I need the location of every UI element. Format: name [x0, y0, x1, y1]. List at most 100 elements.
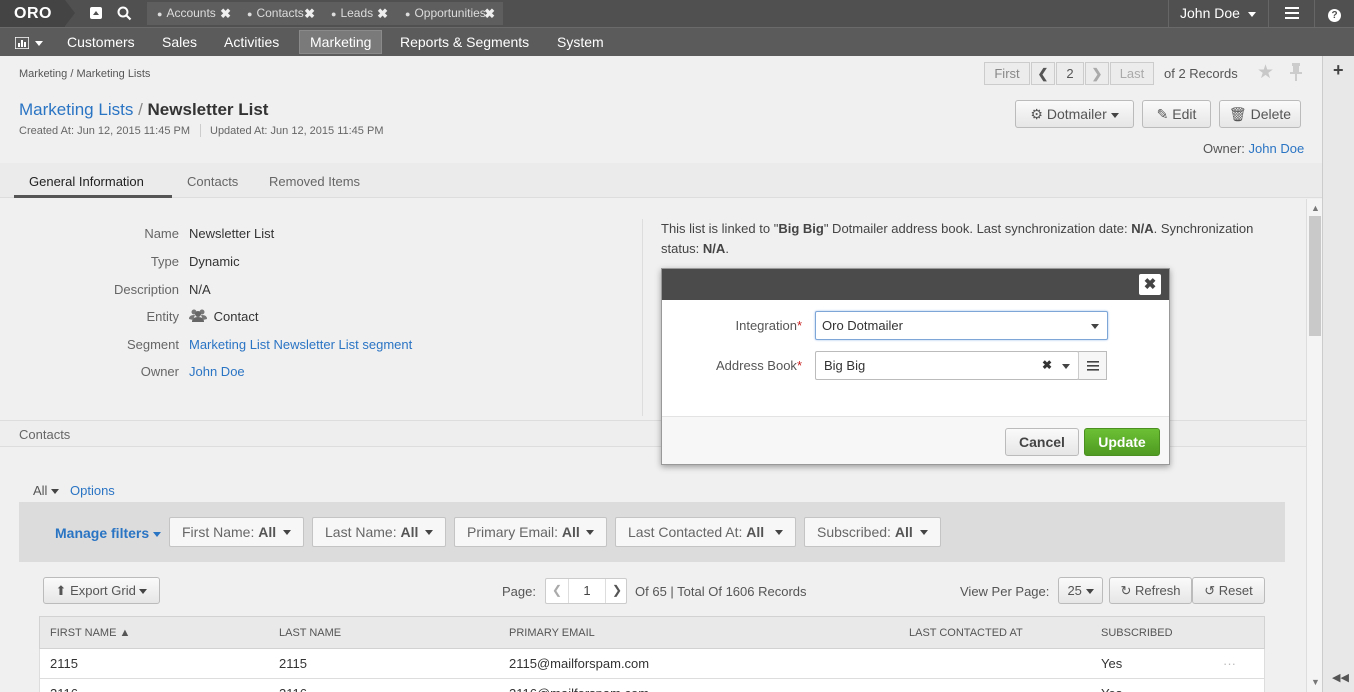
- hamburger-icon: [1285, 7, 1299, 19]
- reset-icon: ↺: [1204, 583, 1216, 598]
- options-link[interactable]: Options: [70, 483, 115, 498]
- close-icon[interactable]: ✖: [484, 2, 495, 25]
- address-book-select[interactable]: Big Big ✖: [815, 351, 1079, 380]
- scrollbar[interactable]: ▲ ▼: [1306, 199, 1322, 692]
- plus-icon[interactable]: +: [1333, 60, 1344, 81]
- pager-prev-button[interactable]: ❮: [1031, 62, 1055, 85]
- filter-last-name[interactable]: Last Name: All: [312, 517, 446, 547]
- created-at: Created At: Jun 12, 2015 11:45 PM: [19, 125, 191, 137]
- page-title: Marketing Lists / Newsletter List: [19, 100, 268, 120]
- chevron-down-icon: [1062, 364, 1070, 369]
- menu-button[interactable]: [1268, 0, 1314, 27]
- close-icon[interactable]: ✖: [377, 2, 388, 25]
- export-label: Export Grid: [70, 583, 136, 598]
- column-last-contacted-at[interactable]: LAST CONTACTED AT: [909, 617, 1023, 650]
- nav-marketing[interactable]: Marketing: [299, 30, 383, 54]
- pin-icon[interactable]: [1290, 63, 1302, 84]
- pinned-tab-accounts[interactable]: ● Accounts ✖: [147, 2, 239, 25]
- grid-view-selector[interactable]: All: [33, 483, 60, 498]
- close-button[interactable]: ✖: [1139, 274, 1161, 295]
- pager-last-button[interactable]: Last: [1110, 62, 1154, 85]
- filter-value: All: [258, 524, 277, 540]
- scroll-down-icon[interactable]: ▼: [1311, 677, 1320, 687]
- nav-sales[interactable]: Sales: [162, 28, 197, 56]
- chevron-left-icon[interactable]: ❮: [552, 583, 562, 597]
- close-icon: ✖: [1143, 276, 1157, 293]
- delete-button[interactable]: 🗑 Delete: [1219, 100, 1301, 128]
- close-icon[interactable]: ✖: [220, 2, 231, 25]
- pinned-tab-leads[interactable]: ● Leads ✖: [321, 2, 396, 25]
- dashboard-menu[interactable]: [14, 28, 43, 56]
- breadcrumb-link-marketing-lists[interactable]: Marketing Lists: [19, 100, 133, 119]
- home-icon[interactable]: [89, 0, 103, 27]
- pager-next-button[interactable]: ❯: [1085, 62, 1109, 85]
- refresh-button[interactable]: ↻ Refresh: [1109, 577, 1192, 604]
- per-page-select[interactable]: 25: [1058, 577, 1103, 604]
- search-icon[interactable]: [117, 0, 132, 27]
- integration-select[interactable]: Oro Dotmailer: [815, 311, 1108, 340]
- edit-button[interactable]: ✎ Edit: [1142, 100, 1211, 128]
- table-row[interactable]: 2116 2116 2116@mailforspam.com Yes: [39, 679, 1265, 692]
- chevron-down-icon: [1110, 112, 1119, 118]
- clear-icon[interactable]: ✖: [1042, 352, 1052, 379]
- oro-logo[interactable]: ORO: [0, 0, 75, 27]
- top-bar: ORO ● Accounts ✖ ● Contacts ✖ ● Leads ✖ ● Op…: [0, 0, 1354, 27]
- address-book-list-button[interactable]: [1078, 351, 1107, 380]
- view-per-page-label: View Per Page:: [960, 584, 1050, 599]
- field-type-label: Type: [150, 254, 179, 269]
- reset-button[interactable]: ↺ Reset: [1192, 577, 1265, 604]
- pinned-tab-opportunities[interactable]: ● Opportunities ✖: [395, 2, 503, 25]
- close-icon[interactable]: ✖: [304, 2, 315, 25]
- user-menu[interactable]: John Doe: [1168, 0, 1268, 27]
- sync-text: . Synchronization: [1153, 221, 1254, 236]
- column-last-name[interactable]: LAST NAME: [279, 617, 341, 650]
- nav-activities[interactable]: Activities: [224, 28, 279, 56]
- pager-first-button[interactable]: First: [984, 62, 1030, 85]
- upload-icon: ⬆: [55, 583, 67, 598]
- filter-last-contacted-at[interactable]: Last Contacted At: All: [615, 517, 796, 547]
- edit-icon: ✎: [1156, 106, 1169, 122]
- column-subscribed[interactable]: SUBSCRIBED: [1101, 617, 1173, 650]
- manage-filters-button[interactable]: Manage filters: [55, 525, 162, 541]
- refresh-label: Refresh: [1135, 583, 1181, 598]
- filter-primary-email[interactable]: Primary Email: All: [454, 517, 607, 547]
- nav-customers[interactable]: Customers: [67, 28, 135, 56]
- update-button[interactable]: Update: [1084, 428, 1160, 456]
- export-grid-button[interactable]: ⬆ Export Grid: [43, 577, 160, 604]
- chevron-down-icon: [586, 530, 594, 535]
- tab-removed-items[interactable]: Removed Items: [269, 163, 360, 198]
- scrollbar-thumb[interactable]: [1309, 216, 1321, 336]
- nav-system[interactable]: System: [557, 28, 604, 56]
- star-icon[interactable]: ★: [1257, 61, 1274, 84]
- chevron-down-icon: [153, 531, 162, 537]
- row-actions-icon[interactable]: ···: [1223, 649, 1236, 678]
- nav-reports-segments[interactable]: Reports & Segments: [400, 28, 529, 56]
- column-divider: [642, 219, 643, 416]
- page-input[interactable]: 1: [568, 579, 606, 603]
- segment-link[interactable]: Marketing List Newsletter List segment: [189, 337, 412, 352]
- column-primary-email[interactable]: PRIMARY EMAIL: [509, 617, 595, 650]
- collapse-icon[interactable]: ◀◀: [1332, 671, 1349, 684]
- filter-first-name[interactable]: First Name: All: [169, 517, 304, 547]
- owner-field-link[interactable]: John Doe: [189, 364, 245, 379]
- dotmailer-button[interactable]: ⚙ Dotmailer: [1015, 100, 1134, 128]
- scroll-up-icon[interactable]: ▲: [1311, 203, 1320, 213]
- chevron-down-icon: [1247, 11, 1256, 17]
- page-label: Page:: [502, 584, 536, 599]
- per-page-value: 25: [1067, 583, 1082, 598]
- grid-header: FIRST NAME ▲ LAST NAME PRIMARY EMAIL LAS…: [39, 616, 1265, 649]
- pinned-tab-contacts[interactable]: ● Contacts ✖: [237, 2, 323, 25]
- tab-contacts[interactable]: Contacts: [187, 163, 238, 198]
- help-button[interactable]: ?: [1314, 0, 1354, 27]
- cancel-button[interactable]: Cancel: [1005, 428, 1079, 456]
- entity-name: Contact: [213, 309, 259, 324]
- table-row[interactable]: 2115 2115 2115@mailforspam.com Yes ···: [39, 649, 1265, 679]
- view-all-label: All: [33, 483, 48, 498]
- tab-general-information[interactable]: General Information: [14, 163, 172, 198]
- filter-value: All: [400, 524, 419, 540]
- dialog-footer: Cancel Update: [662, 416, 1169, 464]
- column-first-name[interactable]: FIRST NAME ▲: [50, 617, 130, 650]
- filter-subscribed[interactable]: Subscribed: All: [804, 517, 941, 547]
- chevron-right-icon[interactable]: ❯: [612, 583, 622, 597]
- owner-link[interactable]: John Doe: [1249, 141, 1305, 156]
